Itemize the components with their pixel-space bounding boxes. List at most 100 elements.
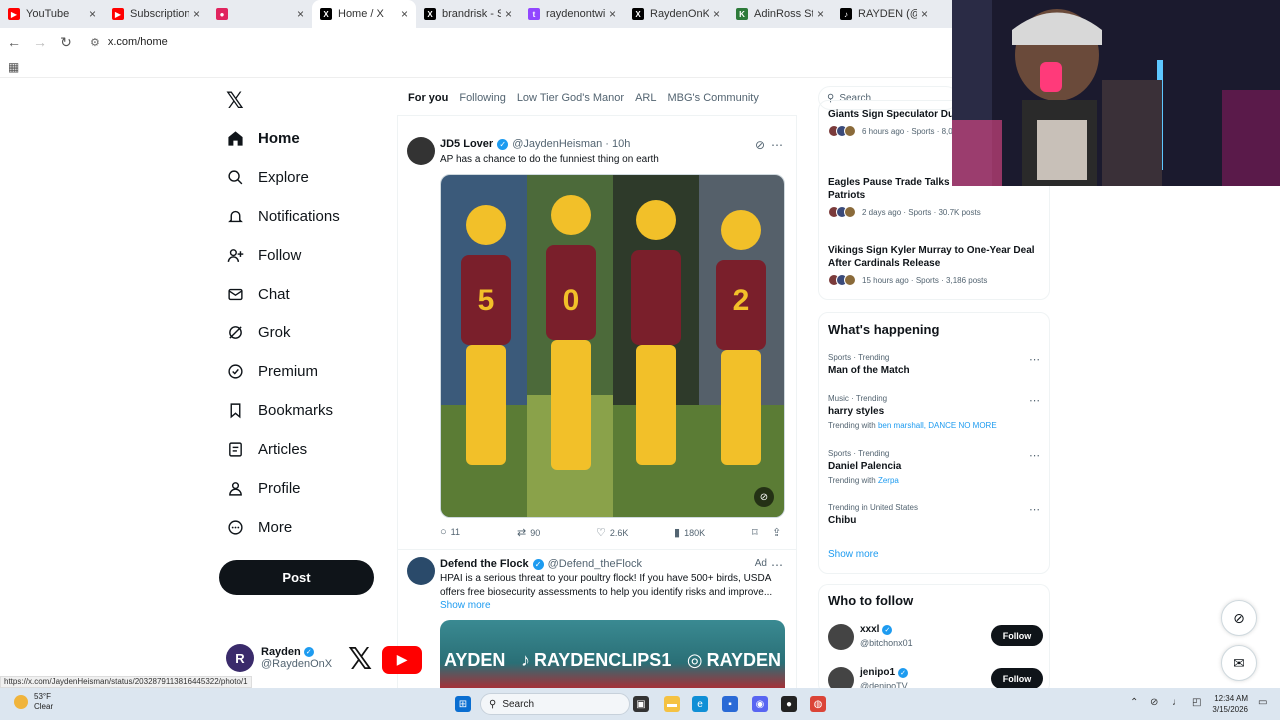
nav-item-bookmarks[interactable]: Bookmarks	[226, 396, 333, 424]
browser-tab[interactable]: ▶ Subscriptions - ×	[104, 0, 208, 28]
site-settings-icon[interactable]: ⚙	[90, 36, 100, 49]
browser-tab[interactable]: X Home / X ×	[312, 0, 416, 28]
reply-button[interactable]: ○ 11	[440, 526, 460, 538]
grok-float-icon[interactable]: ⊘	[1221, 600, 1257, 636]
tweet-author-avatar[interactable]	[407, 557, 435, 585]
bookmark-button[interactable]: ⌑	[752, 526, 762, 539]
tweet-author-name[interactable]: JD5 Lover	[440, 138, 493, 150]
browser-tab[interactable]: ♪ RAYDEN (@ray ×	[832, 0, 936, 28]
feed-tab[interactable]: ARL	[635, 92, 656, 104]
account-switcher[interactable]: R Rayden ✓ @RaydenOnX	[226, 644, 332, 672]
notifications-tray-icon[interactable]: ▭	[1258, 697, 1267, 708]
tray-expand-icon[interactable]: ⌃	[1130, 697, 1138, 708]
chrome-icon[interactable]: ◍	[810, 696, 826, 712]
back-icon[interactable]: ←	[2, 34, 26, 50]
trend-item[interactable]: Trending in United States Chibu ⋯	[828, 503, 1040, 526]
more-options-icon[interactable]: ⋯	[771, 558, 783, 572]
tab-close-icon[interactable]: ×	[921, 7, 928, 21]
share-button[interactable]: ⇪	[772, 526, 785, 539]
discord-icon[interactable]: ◉	[752, 696, 768, 712]
suggestion-name[interactable]: jenipo1	[860, 667, 895, 678]
show-more-trends-link[interactable]: Show more	[828, 549, 879, 560]
obs-icon[interactable]: ●	[781, 696, 797, 712]
more-options-icon[interactable]: ⋯	[1029, 353, 1040, 366]
show-more-link[interactable]: Show more	[440, 599, 785, 613]
more-options-icon[interactable]: ⋯	[1029, 394, 1040, 407]
avatar[interactable]	[828, 624, 854, 650]
edge-icon[interactable]: e	[692, 696, 708, 712]
tab-close-icon[interactable]: ×	[401, 7, 408, 21]
feed-tab[interactable]: MBG's Community	[667, 92, 758, 104]
nav-item-explore[interactable]: Explore	[226, 163, 309, 191]
wifi-icon[interactable]: ◰	[1192, 697, 1201, 708]
tweet-author-handle[interactable]: @Defend_theFlock	[548, 558, 642, 570]
reload-icon[interactable]: ↻	[54, 34, 78, 51]
trend-item[interactable]: Sports · Trending Daniel Palencia Trending…	[828, 449, 1040, 485]
trend-link[interactable]: Zerpa	[878, 476, 899, 485]
taskbar-search[interactable]: ⚲ Search	[480, 693, 630, 715]
nav-item-home[interactable]: Home	[226, 124, 300, 152]
browser-tab[interactable]: X RaydenOnKick ×	[624, 0, 728, 28]
tab-close-icon[interactable]: ×	[817, 7, 824, 21]
nav-item-follow[interactable]: Follow	[226, 241, 301, 269]
nav-item-notifications[interactable]: Notifications	[226, 202, 340, 230]
windows-start-icon[interactable]: ⊞	[455, 696, 471, 712]
url-field[interactable]: ⚙ x.com/home	[90, 36, 168, 49]
grok-image-icon[interactable]: ⊘	[754, 487, 774, 507]
trend-item[interactable]: Sports · Trending Man of the Match ⋯	[828, 353, 1040, 376]
browser-tab[interactable]: ▶ YouTube ×	[0, 0, 104, 28]
nav-item-articles[interactable]: Articles	[226, 435, 307, 463]
browser-tab[interactable]: t raydenontwitch ×	[520, 0, 624, 28]
apps-grid-icon[interactable]: ▦	[8, 60, 19, 74]
post-button[interactable]: Post	[219, 560, 374, 595]
suggestion-name[interactable]: xxxl	[860, 624, 879, 635]
feed-tab[interactable]: For you	[408, 92, 448, 104]
url-text: x.com/home	[107, 36, 168, 48]
views-button[interactable]: ▮ 180K	[674, 526, 705, 539]
tweet-author-handle[interactable]: @JaydenHeisman	[512, 138, 602, 150]
feed-tab[interactable]: Low Tier God's Manor	[517, 92, 624, 104]
news-item[interactable]: Vikings Sign Kyler Murray to One-Year De…	[828, 244, 1043, 286]
tweet-time[interactable]: · 10h	[605, 138, 630, 150]
network-icon[interactable]: ⊘	[1150, 697, 1158, 708]
follow-button[interactable]: Follow	[991, 625, 1043, 646]
tab-close-icon[interactable]: ×	[713, 7, 720, 21]
tweet-image[interactable]: 5 0 2 ⊘	[440, 174, 785, 518]
tab-close-icon[interactable]: ×	[193, 7, 200, 21]
nav-item-profile[interactable]: Profile	[226, 474, 301, 502]
x-logo-icon[interactable]: 𝕏	[226, 88, 248, 113]
browser-tab[interactable]: K AdinRoss Stream ×	[728, 0, 832, 28]
trend-item[interactable]: Music · Trending harry styles Trending wit…	[828, 394, 1040, 430]
repost-button[interactable]: ⇄ 90	[517, 526, 540, 539]
ad-tweet[interactable]: Defend the Flock ✓ @Defend_theFlock Ad ⋯…	[397, 549, 797, 611]
messages-float-icon[interactable]: ✉	[1221, 645, 1257, 681]
nav-item-more[interactable]: More	[226, 513, 292, 541]
more-options-icon[interactable]: ⋯	[771, 138, 783, 152]
nav-item-chat[interactable]: Chat	[226, 280, 290, 308]
trend-link[interactable]: ben marshall, DANCE NO MORE	[878, 421, 997, 430]
grok-icon[interactable]: ⊘	[755, 138, 765, 152]
clock[interactable]: 12:34 AM 3/15/2026	[1202, 693, 1248, 715]
nav-item-grok[interactable]: Grok	[226, 318, 291, 346]
browser-tab[interactable]: ● ×	[208, 0, 312, 28]
browser-tab[interactable]: Xbrandrisk - Sea ×	[416, 0, 520, 28]
feed-tab[interactable]: Following	[459, 92, 505, 104]
more-options-icon[interactable]: ⋯	[1029, 449, 1040, 462]
tweet-author-avatar[interactable]	[407, 137, 435, 165]
nav-item-premium[interactable]: Premium	[226, 357, 318, 385]
store-icon[interactable]: ▪	[722, 696, 738, 712]
more-options-icon[interactable]: ⋯	[1029, 503, 1040, 516]
tab-close-icon[interactable]: ×	[609, 7, 616, 21]
file-explorer-icon[interactable]: ▬	[664, 696, 680, 712]
mic-icon[interactable]: ♩	[1172, 697, 1182, 708]
task-view-icon[interactable]: ▣	[633, 696, 649, 712]
weather-widget[interactable]: 53°F Clear	[14, 692, 53, 712]
ad-media[interactable]: AYDEN ♪ RAYDENCLIPS1 ◎ RAYDEN	[440, 620, 785, 692]
like-button[interactable]: ♡ 2.6K	[596, 526, 628, 539]
tweet-author-name[interactable]: Defend the Flock	[440, 558, 529, 570]
forward-icon[interactable]: →	[28, 34, 52, 50]
tab-close-icon[interactable]: ×	[297, 7, 304, 21]
follow-button[interactable]: Follow	[991, 668, 1043, 689]
tab-close-icon[interactable]: ×	[89, 7, 96, 21]
tab-close-icon[interactable]: ×	[505, 7, 512, 21]
